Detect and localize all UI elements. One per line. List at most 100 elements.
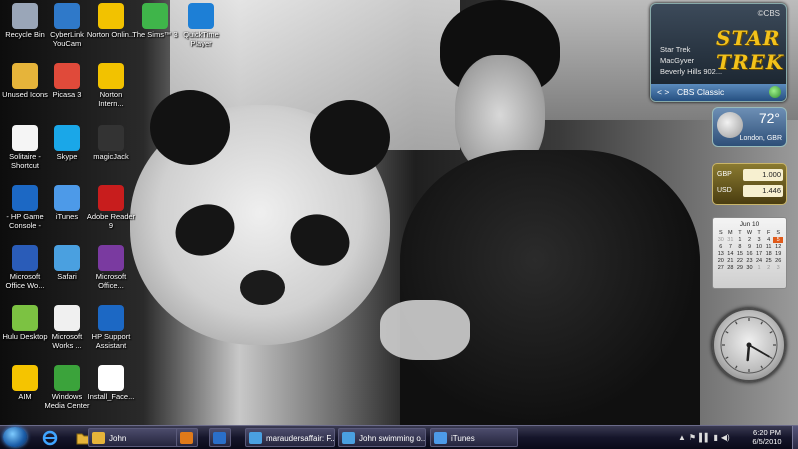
taskbar-button[interactable] xyxy=(209,428,231,447)
calendar-day[interactable]: 15 xyxy=(735,251,745,257)
calendar-day[interactable]: 30 xyxy=(745,265,755,271)
calendar-day[interactable]: 28 xyxy=(726,265,736,271)
calendar-day[interactable]: 10 xyxy=(754,244,764,250)
desktop-icon[interactable]: HP Support Assistant xyxy=(86,305,136,350)
calendar-day[interactable]: 14 xyxy=(726,251,736,257)
cbs-show-item[interactable]: Beverly Hills 902... xyxy=(660,66,722,77)
desktop-icon[interactable]: CyberLink YouCam xyxy=(42,3,92,48)
taskbar-clock[interactable]: 6:20 PM 6/5/2010 xyxy=(744,428,790,446)
desktop-icon[interactable]: QuickTime Player xyxy=(176,3,226,48)
desktop-icon[interactable]: Norton Intern... xyxy=(86,63,136,108)
taskbar-button[interactable]: iTunes xyxy=(430,428,518,447)
desktop-icon[interactable]: Microsoft Office... xyxy=(86,245,136,290)
taskbar-button[interactable]: John xyxy=(88,428,180,447)
calendar-day[interactable]: 3 xyxy=(754,237,764,243)
flag-icon[interactable]: ⚑ xyxy=(689,433,696,442)
calendar-day[interactable]: 1 xyxy=(754,265,764,271)
desktop-icon[interactable]: Safari xyxy=(42,245,92,290)
clock-tick xyxy=(769,330,773,334)
calendar-day[interactable]: 19 xyxy=(773,251,783,257)
desktop-icon[interactable]: Install_Face... xyxy=(86,365,136,410)
currency-value[interactable]: 1.000 xyxy=(743,169,783,181)
taskbar-button[interactable]: John swimming o... xyxy=(338,428,426,447)
calendar-day[interactable]: 8 xyxy=(735,244,745,250)
calendar-day[interactable]: 6 xyxy=(716,244,726,250)
currency-code[interactable]: USD xyxy=(717,187,732,194)
wallpaper-jacket xyxy=(400,150,700,425)
calendar-day[interactable]: 9 xyxy=(745,244,755,250)
calendar-day[interactable]: 2 xyxy=(745,237,755,243)
calendar-weekday: S xyxy=(718,230,723,236)
desktop-icon[interactable]: Skype xyxy=(42,125,92,170)
calendar-day[interactable]: 5 xyxy=(773,237,783,243)
currency-value[interactable]: 1.446 xyxy=(743,185,783,197)
picasa-icon xyxy=(54,63,80,89)
cbs-gadget[interactable]: ©CBS STAR TREK Star Trek MacGyver Beverl… xyxy=(650,3,787,102)
show-desktop-button[interactable] xyxy=(792,426,798,449)
currency-code[interactable]: GBP xyxy=(717,171,732,178)
tray-expand-icon[interactable]: ▲ xyxy=(678,433,686,442)
analog-clock-gadget[interactable] xyxy=(712,308,786,382)
youcam-icon xyxy=(54,3,80,29)
hp-game-console-icon xyxy=(12,185,38,211)
hp-support-icon xyxy=(98,305,124,331)
calendar-day[interactable]: 29 xyxy=(735,265,745,271)
cbs-nav-arrows[interactable]: < > xyxy=(657,87,669,97)
calendar-day[interactable]: 21 xyxy=(726,258,736,264)
internet-explorer-icon[interactable] xyxy=(38,428,62,447)
desktop-icon-label: Microsoft Works ... xyxy=(51,333,83,350)
norton-internet-icon xyxy=(98,63,124,89)
start-button[interactable] xyxy=(3,427,27,447)
calendar-day[interactable]: 30 xyxy=(716,237,726,243)
calendar-day[interactable]: 24 xyxy=(754,258,764,264)
volume-icon[interactable]: ◀) xyxy=(721,433,730,442)
calendar-day[interactable]: 27 xyxy=(716,265,726,271)
calendar-day[interactable]: 3 xyxy=(773,265,783,271)
desktop-icon[interactable]: The Sims™ 3 xyxy=(130,3,180,48)
desktop-icon[interactable]: Picasa 3 xyxy=(42,63,92,108)
desktop-icon-label: Microsoft Office... xyxy=(95,273,127,290)
calendar-day[interactable]: 17 xyxy=(754,251,764,257)
currency-gadget[interactable]: GBP 1.000 USD 1.446 xyxy=(712,163,787,205)
desktop-icon-label: The Sims™ 3 xyxy=(132,31,178,39)
dvd-icon xyxy=(213,432,226,444)
aim-icon xyxy=(12,365,38,391)
desktop-icon[interactable]: Windows Media Center xyxy=(42,365,92,410)
taskbar-button[interactable] xyxy=(176,428,198,447)
calendar-day[interactable]: 13 xyxy=(716,251,726,257)
weather-gadget[interactable]: 72° London, GBR xyxy=(712,107,787,147)
calendar-day[interactable]: 31 xyxy=(726,237,736,243)
folder-icon xyxy=(12,63,38,89)
network-icon[interactable]: ▌▌ xyxy=(699,433,710,442)
calendar-day[interactable]: 12 xyxy=(773,244,783,250)
calendar-day[interactable]: 18 xyxy=(764,251,774,257)
weather-location: London, GBR xyxy=(739,135,782,142)
cbs-channel-bar[interactable]: < > CBS Classic xyxy=(651,84,786,101)
cbs-channel-name: CBS Classic xyxy=(677,87,725,97)
taskbar-time: 6:20 PM xyxy=(753,428,781,437)
calendar-day[interactable]: 4 xyxy=(764,237,774,243)
calendar-day[interactable]: 20 xyxy=(716,258,726,264)
calendar-day[interactable]: 1 xyxy=(735,237,745,243)
cbs-show-item[interactable]: MacGyver xyxy=(660,55,722,66)
calendar-weekday: T xyxy=(757,230,761,236)
cbs-show-item[interactable]: Star Trek xyxy=(660,44,722,55)
calendar-day[interactable]: 26 xyxy=(773,258,783,264)
taskbar-button[interactable]: maraudersaffair: F... xyxy=(245,428,335,447)
calendar-day[interactable]: 16 xyxy=(745,251,755,257)
calendar-day[interactable]: 23 xyxy=(745,258,755,264)
desktop-icon-label: magicJack xyxy=(93,153,129,161)
desktop-icon[interactable]: Microsoft Works ... xyxy=(42,305,92,350)
desktop-icon[interactable]: magicJack xyxy=(86,125,136,170)
desktop-icon[interactable]: Norton Onlin... xyxy=(86,3,136,48)
calendar-day[interactable]: 22 xyxy=(735,258,745,264)
signal-icon[interactable]: ▮ xyxy=(713,433,717,442)
desktop-icon-label: Norton Onlin... xyxy=(86,31,136,39)
desktop-icon[interactable]: Adobe Reader 9 xyxy=(86,185,136,230)
calendar-gadget[interactable]: Jun 10 S M T W T F S 30 31 1 2 3 4 5 6 7 8 9 10 11 12 13 14 15 1… xyxy=(712,217,787,289)
calendar-day[interactable]: 7 xyxy=(726,244,736,250)
calendar-day[interactable]: 25 xyxy=(764,258,774,264)
calendar-day[interactable]: 11 xyxy=(764,244,774,250)
calendar-day[interactable]: 2 xyxy=(764,265,774,271)
desktop-icon[interactable]: iTunes xyxy=(42,185,92,230)
